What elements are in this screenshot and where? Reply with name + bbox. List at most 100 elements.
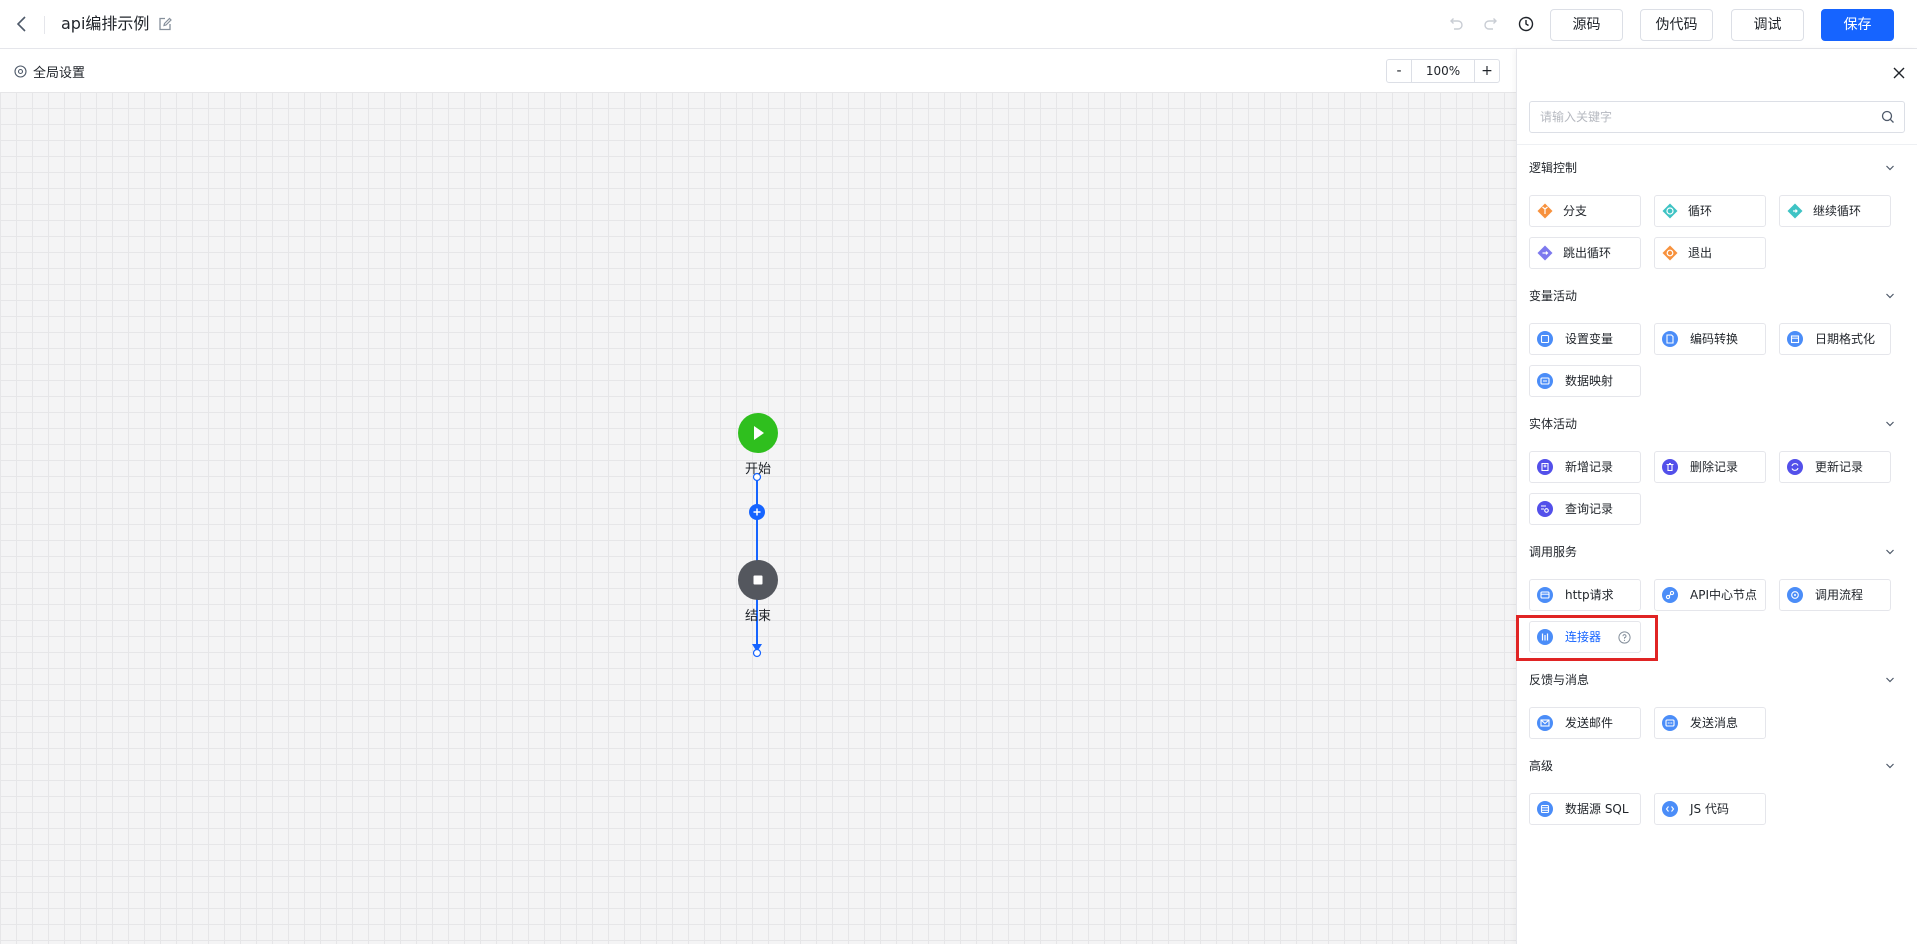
node-item-update-record[interactable]: 更新记录 [1779, 451, 1891, 483]
end-node-label: 结束 [744, 609, 771, 624]
node-item-label: 编码转换 [1690, 332, 1739, 346]
node-item-delete-record[interactable]: 删除记录 [1654, 451, 1766, 483]
zoom-out-button[interactable]: - [1387, 60, 1411, 82]
edit-icon[interactable] [157, 16, 173, 32]
close-icon[interactable] [1891, 65, 1907, 81]
node-item-label: 设置变量 [1565, 332, 1614, 346]
node-item-label: 分支 [1563, 204, 1588, 218]
zoom-in-button[interactable]: + [1475, 60, 1499, 82]
node-item-set-variable[interactable]: 设置变量 [1529, 323, 1641, 355]
node-item-connector[interactable]: 连接器 [1529, 621, 1641, 653]
global-settings-button[interactable]: 全局设置 [14, 62, 86, 81]
chevron-down-icon[interactable] [1884, 418, 1896, 430]
data-mapping-icon [1537, 373, 1553, 389]
node-item-label: 退出 [1688, 246, 1713, 260]
call-flow-icon [1787, 587, 1803, 603]
node-item-branch[interactable]: 分支 [1529, 195, 1641, 227]
source-code-button[interactable]: 源码 [1550, 9, 1623, 41]
stop-icon [753, 575, 763, 585]
section-title-feedback: 反馈与消息 [1529, 673, 1590, 687]
pseudo-code-button[interactable]: 伪代码 [1640, 9, 1713, 41]
section-title-variables: 变量活动 [1529, 289, 1578, 303]
http-icon [1537, 587, 1553, 603]
set-variable-icon [1537, 331, 1553, 347]
node-item-send-email[interactable]: 发送邮件 [1529, 707, 1641, 739]
help-circle-icon[interactable] [1618, 631, 1631, 644]
node-item-send-message[interactable]: 发送消息 [1654, 707, 1766, 739]
node-item-exit[interactable]: 退出 [1654, 237, 1766, 269]
node-item-label: API中心节点 [1690, 588, 1757, 602]
node-item-datasource-sql[interactable]: 数据源 SQL [1529, 793, 1641, 825]
canvas-toolbar: 全局设置 - 100% + [0, 49, 1516, 92]
section-title-services: 调用服务 [1529, 545, 1578, 559]
node-item-label: JS 代码 [1690, 802, 1729, 816]
end-node[interactable] [738, 560, 778, 600]
continue-loop-icon [1787, 203, 1803, 219]
node-item-add-record[interactable]: 新增记录 [1529, 451, 1641, 483]
page-title: api编排示例 [61, 14, 150, 33]
database-icon [1537, 801, 1553, 817]
node-item-label: 调用流程 [1815, 588, 1864, 602]
chevron-down-icon[interactable] [1884, 674, 1896, 686]
node-item-encoding[interactable]: 编码转换 [1654, 323, 1766, 355]
plus-icon [753, 508, 761, 516]
node-item-label: 更新记录 [1815, 460, 1864, 474]
node-item-break-loop[interactable]: 跳出循环 [1529, 237, 1641, 269]
chevron-down-icon[interactable] [1884, 546, 1896, 558]
debug-button[interactable]: 调试 [1731, 9, 1804, 41]
node-item-label: http请求 [1565, 588, 1614, 602]
encoding-icon [1662, 331, 1678, 347]
history-clock-icon[interactable] [1517, 15, 1535, 33]
node-item-label: 继续循环 [1813, 204, 1862, 218]
redo-icon[interactable] [1482, 15, 1500, 33]
zoom-control: - 100% + [1386, 59, 1500, 83]
node-item-label: 发送消息 [1690, 716, 1739, 730]
branch-icon [1537, 203, 1553, 219]
back-arrow-icon[interactable] [12, 14, 32, 34]
node-item-call-flow[interactable]: 调用流程 [1779, 579, 1891, 611]
node-item-date-format[interactable]: 日期格式化 [1779, 323, 1891, 355]
header-divider [44, 16, 45, 34]
node-item-label: 日期格式化 [1815, 332, 1876, 346]
node-item-js-code[interactable]: JS 代码 [1654, 793, 1766, 825]
node-item-api-center[interactable]: API中心节点 [1654, 579, 1766, 611]
node-item-data-mapping[interactable]: 数据映射 [1529, 365, 1641, 397]
section-title-advanced: 高级 [1529, 759, 1554, 773]
node-item-label: 删除记录 [1690, 460, 1739, 474]
panel-divider [1517, 144, 1917, 145]
node-search [1529, 101, 1905, 133]
zoom-level: 100% [1411, 60, 1475, 82]
start-node-label: 开始 [744, 462, 771, 477]
message-icon [1662, 715, 1678, 731]
node-item-label: 跳出循环 [1563, 246, 1612, 260]
settings-circle-icon [14, 64, 27, 78]
section-title-entities: 实体活动 [1529, 417, 1578, 431]
node-library-panel: 逻辑控制 分支 循环 继续循环 跳出循环 退出 变量活动 设置变量 编码转换 日… [1516, 49, 1917, 944]
search-input[interactable] [1530, 102, 1890, 132]
calendar-icon [1787, 331, 1803, 347]
node-item-loop[interactable]: 循环 [1654, 195, 1766, 227]
search-icon[interactable] [1881, 110, 1895, 124]
global-settings-label: 全局设置 [33, 65, 86, 81]
connector-icon [1537, 629, 1553, 645]
code-icon [1662, 801, 1678, 817]
chevron-down-icon[interactable] [1884, 760, 1896, 772]
node-item-label: 查询记录 [1565, 502, 1614, 516]
add-node-button[interactable] [749, 504, 765, 520]
node-item-query-record[interactable]: 查询记录 [1529, 493, 1641, 525]
flow-canvas[interactable]: 开始 结束 [0, 92, 1516, 944]
node-item-label: 连接器 [1565, 630, 1602, 644]
chevron-down-icon[interactable] [1884, 162, 1896, 174]
save-button[interactable]: 保存 [1821, 9, 1894, 41]
node-item-label: 循环 [1688, 204, 1713, 218]
node-item-continue-loop[interactable]: 继续循环 [1779, 195, 1891, 227]
top-bar: api编排示例 源码 伪代码 调试 保存 [0, 0, 1917, 49]
chevron-down-icon[interactable] [1884, 290, 1896, 302]
node-item-label: 数据映射 [1565, 374, 1614, 388]
start-node[interactable] [738, 413, 778, 453]
section-title-logic: 逻辑控制 [1529, 161, 1578, 175]
exit-icon [1662, 245, 1678, 261]
undo-icon[interactable] [1447, 15, 1465, 33]
break-loop-icon [1537, 245, 1553, 261]
node-item-http-request[interactable]: http请求 [1529, 579, 1641, 611]
